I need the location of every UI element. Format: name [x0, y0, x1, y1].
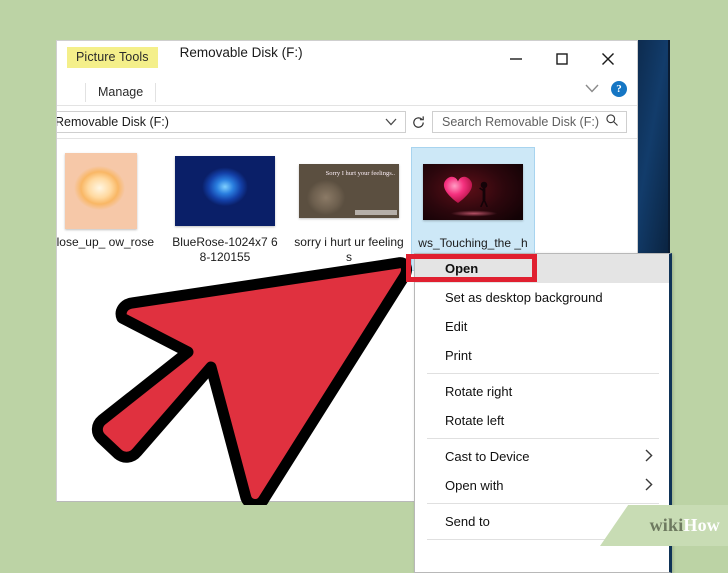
collapse-ribbon-button[interactable]	[585, 80, 599, 98]
watermark-how: How	[683, 515, 720, 535]
context-menu-item-open-with[interactable]: Open with	[415, 471, 669, 500]
maximize-button[interactable]	[539, 45, 585, 73]
thumbnail-wrap	[57, 153, 154, 229]
chevron-right-icon	[645, 478, 653, 494]
heart-shape-icon	[443, 176, 473, 203]
watermark-wiki: wiki	[649, 515, 684, 535]
red-cursor-arrow-annotation	[91, 257, 412, 505]
thumbnail-wrap	[420, 154, 526, 230]
window-controls	[493, 45, 631, 73]
context-menu-item-edit[interactable]: Edit	[415, 312, 669, 341]
window-titlebar: Picture Tools Removable Disk (F:)	[57, 41, 637, 79]
context-menu-item-open[interactable]: Open	[415, 254, 669, 283]
address-bar-row: Removable Disk (F:) Search Removable Dis…	[57, 106, 637, 138]
close-icon	[602, 53, 614, 65]
floor-glow	[443, 210, 505, 217]
context-menu-item-cast-to-device[interactable]: Cast to Device	[415, 442, 669, 471]
context-menu-label: Open with	[445, 478, 504, 493]
maximize-icon	[556, 53, 568, 65]
thumbnail-wrap	[172, 153, 278, 229]
chevron-right-icon	[645, 449, 653, 465]
minimize-button[interactable]	[493, 45, 539, 73]
ribbon-help-group: ?	[585, 80, 627, 98]
context-menu-item-set-as-desktop-background[interactable]: Set as desktop background	[415, 283, 669, 312]
refresh-button[interactable]	[406, 111, 430, 133]
address-bar[interactable]: Removable Disk (F:)	[56, 111, 406, 133]
file-item-sorry-i-hurt-ur-feelings[interactable]: Sorry I hurt your feelings.. sorry i hur…	[287, 147, 411, 271]
desktop-navy-strip	[637, 40, 670, 256]
silhouette-figure-icon	[479, 181, 488, 207]
context-menu-item-print[interactable]: Print	[415, 341, 669, 370]
address-dropdown-button[interactable]	[385, 113, 397, 131]
blue-rose-photo-icon	[175, 156, 275, 226]
window-title: Removable Disk (F:)	[179, 45, 303, 60]
chevron-down-icon	[385, 118, 397, 126]
file-label: Close_up_ ow_rose	[56, 235, 155, 249]
refresh-icon	[412, 115, 424, 128]
context-menu-item-rotate-right[interactable]: Rotate right	[415, 377, 669, 406]
file-item-blue-rose[interactable]: BlueRose-1024x7 68-120155	[163, 147, 287, 271]
search-placeholder: Search Removable Disk (F:)	[442, 115, 599, 129]
dog-apology-photo-icon: Sorry I hurt your feelings..	[299, 164, 399, 218]
thumbnail-wrap: Sorry I hurt your feelings..	[296, 153, 402, 229]
overlay-text: Sorry I hurt your feelings..	[325, 170, 395, 177]
minimize-icon	[510, 58, 522, 60]
overlay-bar	[355, 210, 397, 215]
context-menu-separator	[427, 438, 659, 439]
yellow-rose-photo-icon	[65, 153, 137, 229]
search-icon	[606, 113, 618, 126]
ribbon-contextual-tabs: Picture Tools	[57, 41, 158, 68]
heart-wallpaper-photo-icon	[423, 164, 523, 220]
chevron-down-icon	[585, 84, 599, 93]
context-menu-separator	[427, 373, 659, 374]
close-button[interactable]	[585, 45, 631, 73]
search-box[interactable]: Search Removable Disk (F:)	[432, 111, 627, 133]
search-button[interactable]	[605, 113, 619, 132]
help-button[interactable]: ?	[611, 81, 627, 97]
context-menu-label: Send to	[445, 514, 490, 529]
context-menu-item-cut[interactable]	[415, 543, 669, 572]
context-menu-separator	[427, 503, 659, 504]
watermark-text: wikiHow	[650, 515, 720, 536]
context-menu-item-rotate-left[interactable]: Rotate left	[415, 406, 669, 435]
tab-picture-tools[interactable]: Picture Tools	[67, 47, 158, 68]
context-menu-label: Cast to Device	[445, 449, 530, 464]
wikihow-watermark: wikiHow	[600, 505, 728, 546]
file-item-close-up-yellow-rose[interactable]: Close_up_ ow_rose	[56, 147, 163, 271]
tab-manage[interactable]: Manage	[85, 82, 157, 102]
ribbon-tab-row: Manage ?	[57, 79, 637, 105]
address-path: Removable Disk (F:)	[56, 115, 169, 129]
